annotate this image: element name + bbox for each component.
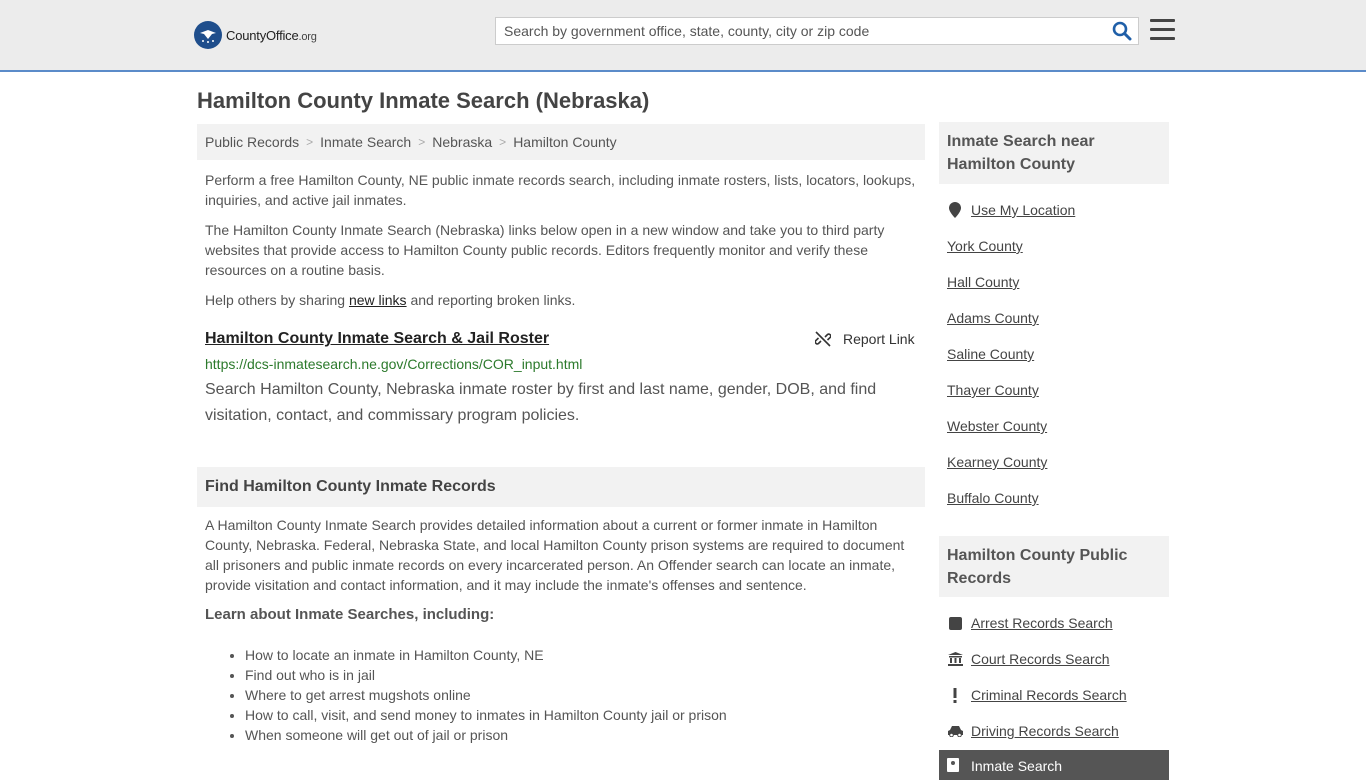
site-search <box>495 17 1139 45</box>
learn-list: How to locate an inmate in Hamilton Coun… <box>205 645 727 745</box>
nearby-thayer-county[interactable]: Thayer County <box>947 382 1039 398</box>
public-records-heading: Hamilton County Public Records <box>939 536 1169 597</box>
chevron-right-icon: > <box>306 135 314 149</box>
arrest-records-link[interactable]: Arrest Records Search <box>947 615 1113 631</box>
listing-url: https://dcs-inmatesearch.ne.gov/Correcti… <box>205 356 583 372</box>
nearby-buffalo-county[interactable]: Buffalo County <box>947 490 1039 506</box>
site-logo[interactable]: CountyOffice.org <box>194 20 317 50</box>
driving-records-link[interactable]: Driving Records Search <box>947 723 1119 739</box>
car-icon <box>947 723 963 739</box>
page-title: Hamilton County Inmate Search (Nebraska) <box>197 88 650 113</box>
eagle-seal-icon <box>194 21 222 49</box>
new-links-link[interactable]: new links <box>349 292 407 308</box>
nearby-saline-county[interactable]: Saline County <box>947 346 1034 362</box>
list-item: How to locate an inmate in Hamilton Coun… <box>245 645 727 665</box>
list-item: Find out who is in jail <box>245 665 727 685</box>
list-item: How to call, visit, and send money to in… <box>245 705 727 725</box>
breadcrumb-inmate-search[interactable]: Inmate Search <box>320 134 411 150</box>
listing-title-link[interactable]: Hamilton County Inmate Search & Jail Ros… <box>205 330 549 348</box>
chevron-right-icon: > <box>418 135 426 149</box>
nearby-kearney-county[interactable]: Kearney County <box>947 454 1047 470</box>
criminal-records-link[interactable]: Criminal Records Search <box>947 687 1127 703</box>
courthouse-icon <box>947 651 963 667</box>
nearby-adams-county[interactable]: Adams County <box>947 310 1039 326</box>
intro-paragraph-3: Help others by sharing new links and rep… <box>205 292 576 308</box>
listing-description: Search Hamilton County, Nebraska inmate … <box>205 381 877 424</box>
nearby-webster-county[interactable]: Webster County <box>947 418 1047 434</box>
hamburger-menu-icon[interactable] <box>1150 19 1175 41</box>
square-icon <box>947 615 963 631</box>
breadcrumb-nebraska[interactable]: Nebraska <box>432 134 492 150</box>
site-header: CountyOffice.org <box>0 0 1366 72</box>
logo-text: CountyOffice.org <box>226 27 317 43</box>
chevron-right-icon: > <box>499 135 507 149</box>
sidebar-item-inmate-search[interactable]: Inmate Search <box>939 750 1169 780</box>
breadcrumb-hamilton-county: Hamilton County <box>513 134 617 150</box>
intro-paragraph-1: Perform a free Hamilton County, NE publi… <box>205 172 916 208</box>
court-records-link[interactable]: Court Records Search <box>947 651 1110 667</box>
breadcrumb: Public Records > Inmate Search > Nebraska >… <box>197 124 925 160</box>
find-records-heading: Find Hamilton County Inmate Records <box>197 467 925 507</box>
learn-heading: Learn about Inmate Searches, including: <box>205 606 495 623</box>
use-my-location-link[interactable]: Use My Location <box>947 202 1075 218</box>
nearby-york-county[interactable]: York County <box>947 238 1023 254</box>
report-link-label: Report Link <box>843 331 915 347</box>
find-records-body: A Hamilton County Inmate Search provides… <box>205 517 905 593</box>
exclamation-icon <box>947 687 963 703</box>
search-icon[interactable] <box>1112 21 1132 41</box>
id-card-icon <box>947 758 963 774</box>
breadcrumb-public-records[interactable]: Public Records <box>205 134 299 150</box>
nearby-heading: Inmate Search near Hamilton County <box>939 122 1169 184</box>
intro-paragraph-2: The Hamilton County Inmate Search (Nebra… <box>205 222 885 278</box>
list-item: When someone will get out of jail or pri… <box>245 725 727 745</box>
list-item: Where to get arrest mugshots online <box>245 685 727 705</box>
location-pin-icon <box>947 202 963 218</box>
search-input[interactable] <box>496 18 1112 44</box>
report-link-button[interactable]: Report Link <box>815 331 915 347</box>
nearby-hall-county[interactable]: Hall County <box>947 274 1019 290</box>
broken-link-icon <box>815 331 831 347</box>
